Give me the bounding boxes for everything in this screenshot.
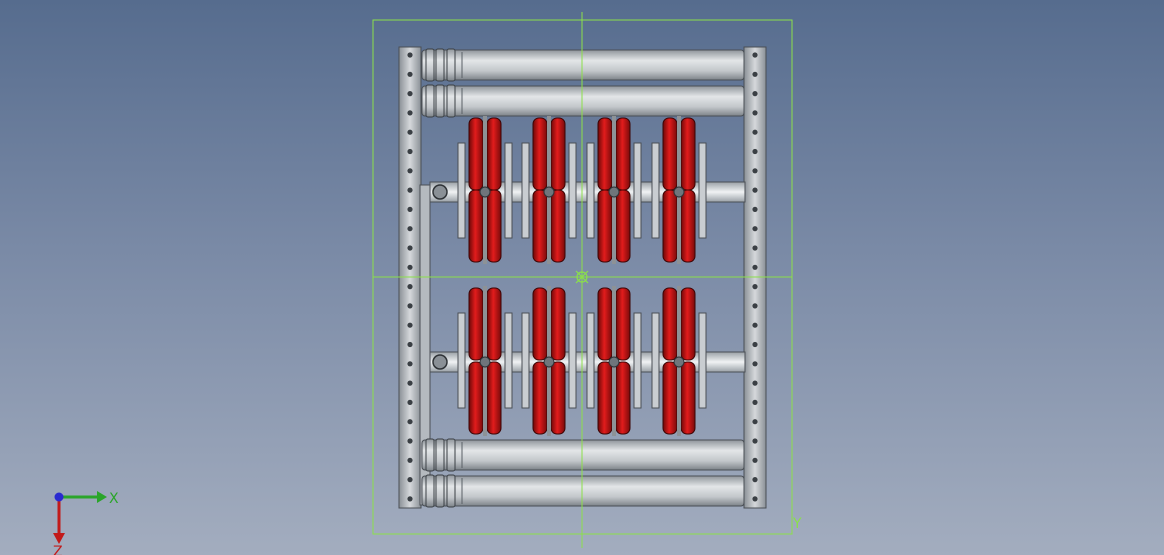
red-wheel bbox=[597, 189, 613, 263]
rail-hole bbox=[407, 303, 413, 309]
rail-hole bbox=[407, 399, 413, 405]
red-wheel bbox=[662, 287, 678, 361]
red-wheel bbox=[680, 361, 696, 435]
rail-hole bbox=[752, 477, 758, 483]
red-wheel bbox=[468, 361, 484, 435]
rail-hole bbox=[752, 206, 758, 212]
red-wheel bbox=[486, 189, 502, 263]
conveyor-roller[interactable] bbox=[421, 438, 745, 472]
rail-hole bbox=[407, 380, 413, 386]
red-wheel bbox=[597, 361, 613, 435]
rail-hole bbox=[752, 226, 758, 232]
red-wheel bbox=[615, 361, 631, 435]
rail-hole bbox=[752, 245, 758, 251]
rail-hole bbox=[752, 380, 758, 386]
rail-hole bbox=[407, 245, 413, 251]
rail-hole bbox=[752, 52, 758, 58]
rail-hole bbox=[407, 341, 413, 348]
bbox-corner-label: Y bbox=[792, 516, 802, 532]
triad-origin-icon bbox=[54, 492, 64, 502]
red-wheel bbox=[615, 287, 631, 361]
rail-hole bbox=[752, 264, 758, 270]
red-wheel bbox=[486, 287, 502, 361]
rail-hole bbox=[752, 341, 758, 348]
red-wheel bbox=[550, 287, 566, 361]
rail-hole bbox=[752, 168, 758, 174]
rail-hole bbox=[407, 457, 413, 463]
red-wheel bbox=[615, 117, 631, 191]
rail-hole bbox=[407, 419, 413, 425]
z-axis-label: Z bbox=[53, 544, 63, 555]
rail-hole bbox=[752, 284, 758, 290]
rail-hole bbox=[752, 361, 758, 367]
coordinate-triad[interactable]: X Z bbox=[53, 491, 119, 555]
red-wheel bbox=[680, 189, 696, 263]
rail-hole bbox=[407, 477, 413, 483]
rail-hole bbox=[407, 91, 413, 97]
red-wheel bbox=[468, 287, 484, 361]
rail-hole bbox=[407, 71, 413, 77]
rail-hole bbox=[752, 438, 758, 444]
rail-hole bbox=[752, 496, 758, 502]
rail-hole bbox=[407, 148, 413, 155]
rail-hole bbox=[407, 206, 413, 212]
red-wheel bbox=[662, 189, 678, 263]
rail-hole bbox=[407, 322, 413, 328]
rail-hole bbox=[752, 457, 758, 463]
rail-hole bbox=[752, 71, 758, 77]
red-wheel bbox=[615, 189, 631, 263]
red-wheel bbox=[532, 117, 548, 191]
red-wheel bbox=[532, 189, 548, 263]
red-wheel bbox=[532, 361, 548, 435]
red-wheel bbox=[597, 287, 613, 361]
red-wheel bbox=[680, 117, 696, 191]
red-wheel bbox=[662, 361, 678, 435]
rail-hole bbox=[752, 399, 758, 405]
red-wheel bbox=[468, 117, 484, 191]
rail-hole bbox=[407, 284, 413, 290]
cad-viewport[interactable]: Y X Z bbox=[0, 0, 1164, 555]
rail-hole bbox=[752, 303, 758, 309]
red-wheel bbox=[486, 361, 502, 435]
rail-hole bbox=[752, 322, 758, 328]
rail-hole bbox=[407, 438, 413, 444]
rail-hole bbox=[407, 361, 413, 367]
rail-hole bbox=[407, 226, 413, 232]
rail-hole bbox=[752, 129, 758, 135]
red-wheel bbox=[550, 189, 566, 263]
rail-hole bbox=[752, 148, 758, 155]
x-arrow-head-icon bbox=[97, 491, 107, 503]
rail-hole bbox=[752, 419, 758, 425]
red-wheel bbox=[550, 117, 566, 191]
z-arrow-head-icon bbox=[53, 533, 65, 544]
conveyor-roller[interactable] bbox=[421, 48, 745, 82]
red-wheel bbox=[486, 117, 502, 191]
rail-hole bbox=[407, 264, 413, 270]
rail-hole bbox=[752, 187, 758, 193]
rail-hole bbox=[407, 52, 413, 58]
rail-hole bbox=[407, 187, 413, 193]
rail-hole bbox=[407, 168, 413, 174]
conveyor-roller[interactable] bbox=[421, 84, 745, 118]
rail-hole bbox=[407, 496, 413, 502]
red-wheel bbox=[680, 287, 696, 361]
rail-hole bbox=[752, 110, 758, 116]
red-wheel bbox=[532, 287, 548, 361]
x-axis-label: X bbox=[109, 491, 119, 507]
red-wheel bbox=[662, 117, 678, 191]
rail-hole bbox=[407, 129, 413, 135]
red-wheel bbox=[550, 361, 566, 435]
rail-hole bbox=[752, 91, 758, 97]
red-wheel bbox=[597, 117, 613, 191]
conveyor-roller[interactable] bbox=[421, 474, 745, 508]
rail-hole bbox=[407, 110, 413, 116]
red-wheel bbox=[468, 189, 484, 263]
